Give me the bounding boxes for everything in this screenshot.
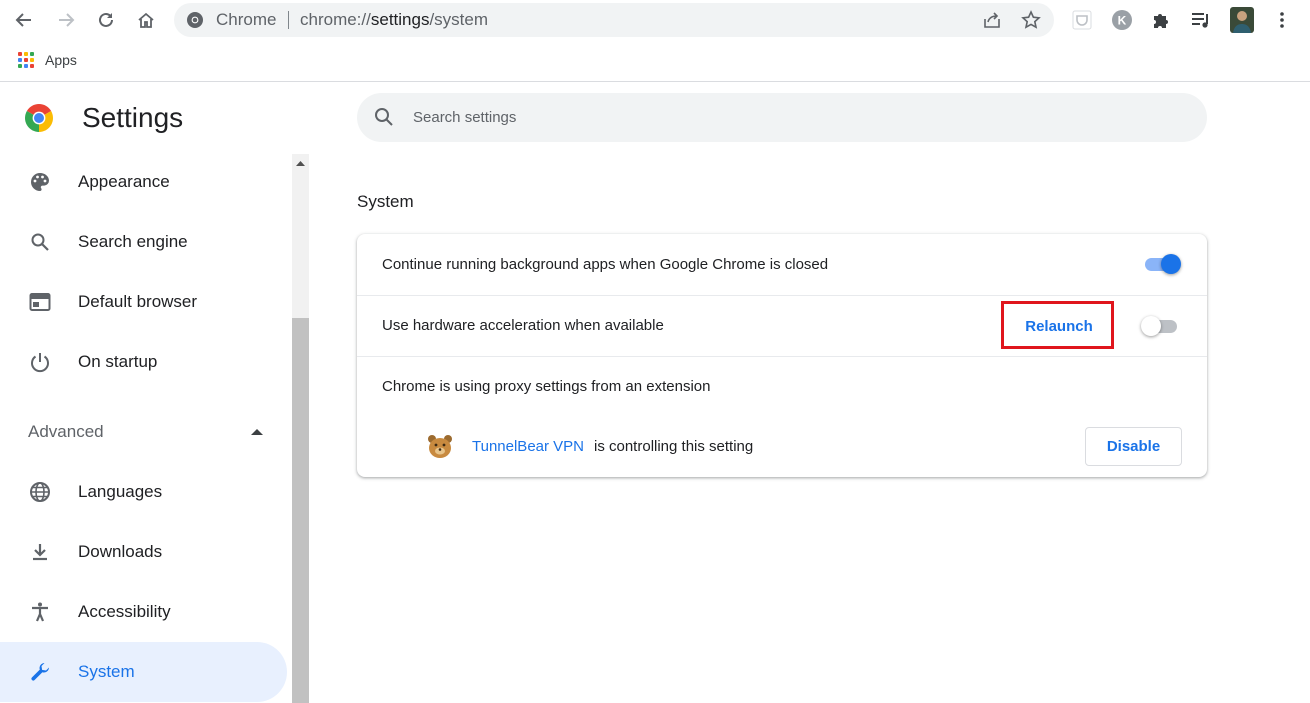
sidebar-advanced-toggle[interactable]: Advanced: [0, 402, 287, 462]
extensions-menu-button[interactable]: [1149, 8, 1173, 32]
forward-arrow-icon: [59, 13, 75, 27]
omnibox[interactable]: Chrome chrome://settings/system: [174, 3, 1054, 37]
reload-button[interactable]: [92, 6, 120, 34]
pocket-icon: [1072, 10, 1092, 30]
share-button[interactable]: [982, 10, 1002, 30]
power-icon: [28, 350, 52, 374]
caret-up-icon: [251, 429, 263, 435]
apps-shortcut[interactable]: Apps: [18, 50, 77, 70]
hardware-acceleration-toggle[interactable]: [1141, 316, 1179, 336]
settings-search-box[interactable]: [357, 93, 1207, 142]
sidebar-item-on-startup[interactable]: On startup: [0, 332, 287, 392]
url-prefix: chrome://: [300, 10, 371, 29]
omnibox-separator: [288, 11, 289, 29]
chrome-logo-icon: [25, 104, 53, 132]
disable-extension-button[interactable]: Disable: [1085, 427, 1182, 466]
sidebar-item-label: Downloads: [78, 542, 163, 561]
settings-sidebar: Appearance Search engine Default browser…: [0, 150, 292, 703]
sidebar-scrollbar[interactable]: [292, 154, 309, 703]
back-button[interactable]: [10, 6, 38, 34]
advanced-label: Advanced: [28, 422, 104, 441]
globe-icon: [28, 480, 52, 504]
home-button[interactable]: [132, 6, 160, 34]
sidebar-item-languages[interactable]: Languages: [0, 462, 287, 522]
bookmark-star-button[interactable]: [1021, 10, 1041, 30]
sidebar-item-accessibility[interactable]: Accessibility: [0, 582, 287, 642]
url-path: /system: [429, 10, 489, 29]
palette-icon: [28, 170, 52, 194]
browser-window-icon: [28, 290, 52, 314]
k-extension-icon: K: [1112, 10, 1132, 30]
avatar: [1230, 7, 1254, 33]
svg-text:K: K: [1118, 14, 1127, 28]
sidebar-item-search-engine[interactable]: Search engine: [0, 212, 287, 272]
wrench-icon: [28, 660, 52, 684]
sidebar-item-appearance[interactable]: Appearance: [0, 152, 287, 212]
sidebar-item-label: Default browser: [78, 292, 198, 311]
url-host: settings: [370, 10, 430, 29]
tunnelbear-vpn-link[interactable]: TunnelBear VPN: [472, 438, 584, 455]
bookmarks-bar: Apps: [0, 40, 1310, 82]
tunnelbear-icon: [428, 435, 452, 458]
download-icon: [28, 540, 52, 564]
back-arrow-icon: [15, 13, 31, 27]
sidebar-item-label: On startup: [78, 352, 158, 371]
sidebar-item-label: System: [78, 662, 135, 681]
page-title: Settings: [82, 102, 184, 133]
section-title: System: [357, 192, 414, 211]
reload-icon: [99, 12, 113, 27]
profile-avatar-button[interactable]: [1230, 7, 1254, 33]
sidebar-item-downloads[interactable]: Downloads: [0, 522, 287, 582]
background-apps-row[interactable]: Continue running background apps when Go…: [357, 234, 1207, 295]
star-icon: [1021, 10, 1041, 29]
playlist-music-icon: [1192, 13, 1208, 28]
toggle-knob: [1161, 254, 1181, 274]
hardware-acceleration-label: Use hardware acceleration when available: [382, 317, 664, 334]
media-control-button[interactable]: [1189, 8, 1213, 32]
home-icon: [138, 12, 154, 28]
scroll-up-arrow[interactable]: [292, 154, 309, 171]
search-icon: [28, 230, 52, 254]
omnibox-url: chrome://settings/system: [300, 11, 488, 29]
accessibility-icon: [28, 600, 52, 624]
sidebar-item-label: Appearance: [78, 172, 170, 191]
background-apps-label: Continue running background apps when Go…: [382, 256, 829, 273]
triangle-up-icon: [296, 160, 305, 166]
share-icon: [984, 12, 1000, 28]
puzzle-piece-icon: [1154, 14, 1168, 28]
chrome-menu-button[interactable]: [1270, 8, 1294, 32]
chrome-site-icon: [187, 12, 203, 28]
proxy-settings-label: Chrome is using proxy settings from an e…: [382, 378, 711, 395]
omnibox-site-label: Chrome: [216, 10, 277, 29]
toggle-knob: [1141, 316, 1161, 336]
apps-grid-icon: [18, 52, 34, 68]
apps-label: Apps: [45, 52, 77, 68]
sidebar-item-label: Languages: [78, 482, 163, 501]
sidebar-item-system[interactable]: System: [0, 642, 287, 702]
extension-k-button[interactable]: K: [1110, 8, 1134, 32]
extension-pocket-button[interactable]: [1070, 8, 1094, 32]
search-icon: [375, 108, 393, 126]
browser-toolbar: Chrome chrome://settings/system K: [0, 0, 1310, 40]
sidebar-item-label: Search engine: [78, 232, 188, 251]
sidebar-item-default-browser[interactable]: Default browser: [0, 272, 287, 332]
search-input[interactable]: [413, 106, 1173, 128]
forward-button[interactable]: [52, 6, 80, 34]
background-apps-toggle[interactable]: [1143, 254, 1181, 274]
scroll-thumb[interactable]: [292, 318, 309, 703]
controlling-setting-text: is controlling this setting: [594, 438, 754, 455]
more-vert-icon: [1280, 12, 1284, 28]
relaunch-button[interactable]: Relaunch: [1012, 310, 1106, 342]
sidebar-item-label: Accessibility: [78, 602, 171, 621]
proxy-settings-row: Chrome is using proxy settings from an e…: [357, 357, 1207, 477]
